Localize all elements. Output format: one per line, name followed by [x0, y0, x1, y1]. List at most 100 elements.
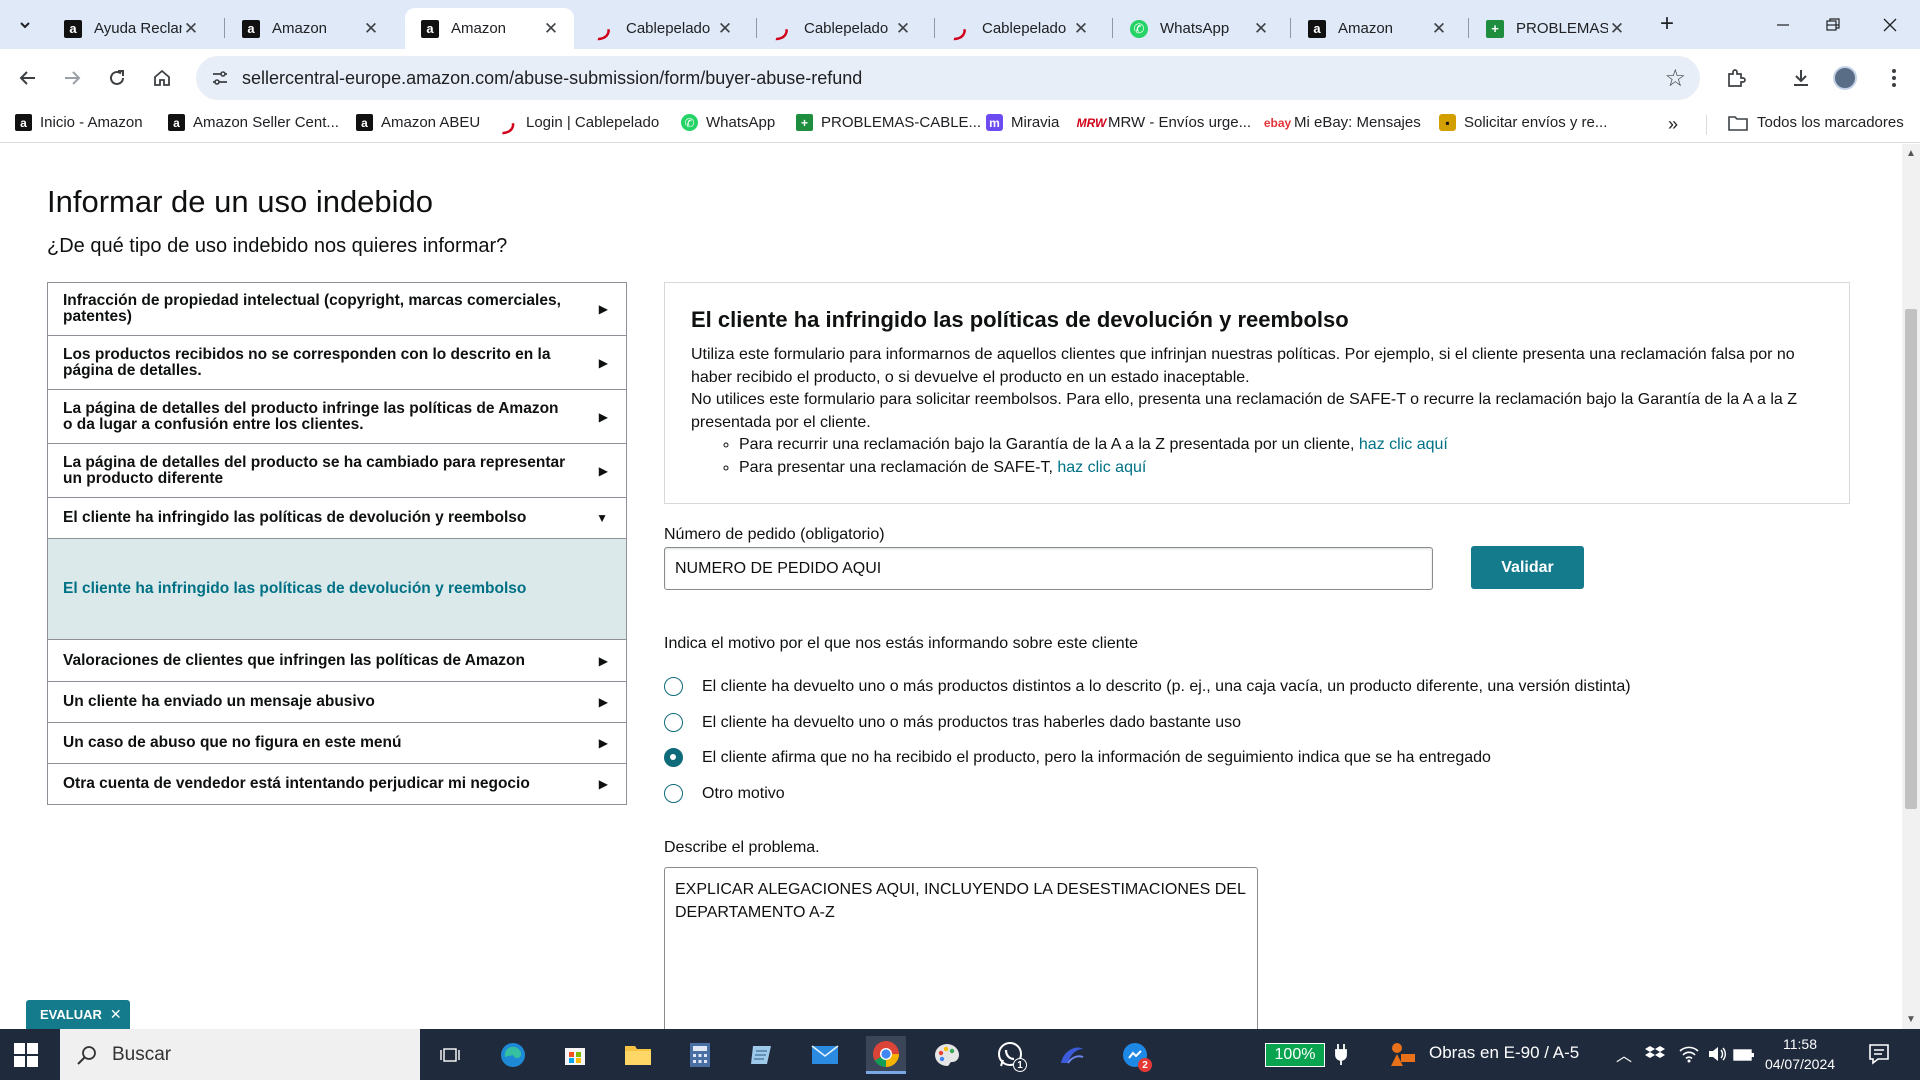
bookmarks-overflow-button[interactable]: » [1668, 114, 1678, 135]
wifi-icon[interactable] [1679, 1045, 1699, 1068]
menu-item-return-refund-abuse[interactable]: El cliente ha infringido las políticas d… [48, 498, 626, 539]
chrome-app[interactable] [866, 1036, 906, 1074]
menu-item-seller-sabotage[interactable]: Otra cuenta de vendedor está intentando … [48, 764, 626, 804]
tab-title: Amazon [272, 20, 328, 37]
whatsapp-app[interactable]: 1 [991, 1036, 1029, 1074]
taskbar-search[interactable]: Buscar [60, 1029, 420, 1080]
radio-button-checked[interactable] [664, 748, 683, 767]
file-explorer-app[interactable] [619, 1036, 657, 1074]
menu-item-review-violation[interactable]: Valoraciones de clientes que infringen l… [48, 640, 626, 682]
battery-indicator[interactable]: 100% [1265, 1043, 1325, 1067]
bookmark-item[interactable]: ebay Mi eBay: Mensajes [1264, 114, 1421, 131]
scrollbar-thumb[interactable] [1905, 309, 1917, 809]
browser-tab-active[interactable]: a Amazon ✕ [405, 8, 574, 49]
close-icon[interactable]: ✕ [716, 19, 734, 39]
browser-tab[interactable]: ر Cablepelado ✕ [580, 8, 748, 49]
close-icon[interactable]: ✕ [894, 19, 912, 39]
close-icon[interactable]: ✕ [1072, 19, 1090, 39]
notes-app[interactable] [743, 1036, 781, 1074]
menu-item-products-not-as-described[interactable]: Los productos recibidos no se correspond… [48, 336, 626, 390]
problem-textarea[interactable]: EXPLICAR ALEGACIONES AQUI, INCLUYENDO LA… [664, 867, 1258, 1029]
bookmark-item[interactable]: m Miravia [986, 114, 1059, 131]
windows-start-button[interactable] [14, 1043, 38, 1067]
new-tab-button[interactable]: + [1652, 10, 1682, 40]
menu-item-other-abuse[interactable]: Un caso de abuso que no figura en este m… [48, 723, 626, 764]
reload-button[interactable] [100, 61, 134, 95]
reason-option[interactable]: El cliente ha devuelto uno o más product… [664, 677, 1631, 696]
scroll-up-icon[interactable]: ▲ [1906, 148, 1916, 159]
reason-option-label: El cliente ha devuelto uno o más product… [702, 677, 1631, 695]
app-launcher[interactable] [1053, 1036, 1091, 1074]
star-icon[interactable]: ☆ [1664, 64, 1686, 93]
bookmark-item[interactable]: MRW MRW - Envíos urge... [1077, 114, 1251, 131]
close-window-button[interactable] [1860, 0, 1920, 49]
system-clock[interactable]: 11:58 04/07/2024 [1755, 1034, 1845, 1074]
menu-item-detail-page-changed[interactable]: La página de detalles del producto se ha… [48, 444, 626, 498]
notifications-icon[interactable] [1868, 1043, 1890, 1070]
browser-tab[interactable]: a Amazon ✕ [226, 8, 394, 49]
bookmark-item[interactable]: ✆ WhatsApp [681, 114, 775, 131]
mail-app[interactable] [806, 1036, 844, 1074]
url-text[interactable]: sellercentral-europe.amazon.com/abuse-su… [242, 68, 862, 89]
browser-tab[interactable]: a Amazon ✕ [1292, 8, 1462, 49]
reason-option[interactable]: El cliente ha devuelto uno o más product… [664, 713, 1241, 732]
news-widget[interactable]: Obras en E-90 / A-5 [1429, 1043, 1579, 1063]
back-button[interactable] [11, 61, 45, 95]
chevron-up-icon[interactable]: ︿ [1616, 1042, 1632, 1066]
close-icon[interactable]: ✕ [1430, 19, 1448, 39]
menu-item-intellectual-property[interactable]: Infracción de propiedad intelectual (cop… [48, 283, 626, 336]
browser-tab[interactable]: ر Cablepelado ✕ [936, 8, 1104, 49]
close-icon[interactable]: ✕ [182, 19, 200, 39]
close-icon[interactable]: ✕ [110, 1006, 122, 1023]
validate-button[interactable]: Validar [1471, 546, 1584, 589]
edge-app[interactable] [494, 1036, 532, 1074]
browser-tab[interactable]: ✆ WhatsApp ✕ [1114, 8, 1284, 49]
safet-claim-link[interactable]: haz clic aquí [1057, 459, 1146, 476]
task-view-button[interactable] [431, 1036, 469, 1074]
close-icon[interactable]: ✕ [1252, 19, 1270, 39]
bookmark-item[interactable]: ر Login | Cablepelado [501, 112, 660, 134]
calculator-app[interactable] [681, 1036, 719, 1074]
close-icon[interactable]: ✕ [362, 19, 380, 39]
browser-tab[interactable]: a Ayuda Reclam ✕ [48, 8, 214, 49]
battery-icon[interactable] [1733, 1048, 1755, 1066]
bookmark-item[interactable]: ▪ Solicitar envíos y re... [1439, 114, 1607, 131]
profile-avatar[interactable] [1833, 66, 1857, 90]
evaluar-tab[interactable]: EVALUAR ✕ [26, 1000, 130, 1029]
home-button[interactable] [145, 61, 179, 95]
radio-button[interactable] [664, 713, 683, 732]
menu-item-detail-page-violation[interactable]: La página de detalles del producto infri… [48, 390, 626, 444]
forward-button[interactable] [55, 61, 89, 95]
close-icon[interactable]: ✕ [542, 19, 560, 39]
tab-search-button[interactable] [10, 10, 40, 40]
dropbox-icon[interactable] [1645, 1045, 1665, 1068]
browser-tab[interactable]: + PROBLEMAS ✕ [1470, 8, 1640, 49]
volume-icon[interactable] [1707, 1045, 1727, 1068]
paint-app[interactable] [928, 1036, 966, 1074]
radio-button[interactable] [664, 784, 683, 803]
az-claim-link[interactable]: haz clic aquí [1359, 436, 1448, 453]
menu-button[interactable] [1877, 61, 1911, 95]
scroll-down-icon[interactable]: ▼ [1906, 1014, 1916, 1025]
bookmark-item[interactable]: a Amazon Seller Cent... [168, 114, 339, 131]
bookmark-item[interactable]: a Inicio - Amazon [15, 114, 143, 131]
restore-button[interactable] [1803, 0, 1863, 49]
bookmark-item[interactable]: + PROBLEMAS-CABLE... [796, 114, 981, 131]
radio-button[interactable] [664, 677, 683, 696]
menu-item-abusive-message[interactable]: Un cliente ha enviado un mensaje abusivo… [48, 682, 626, 723]
address-bar[interactable]: sellercentral-europe.amazon.com/abuse-su… [196, 56, 1700, 100]
all-bookmarks-button[interactable]: Todos los marcadores [1727, 114, 1904, 131]
store-app[interactable] [556, 1036, 594, 1074]
close-icon[interactable]: ✕ [1608, 19, 1626, 39]
bookmark-item[interactable]: a Amazon ABEU [356, 114, 480, 131]
messenger-app[interactable]: 2 [1116, 1036, 1154, 1074]
reason-option[interactable]: Otro motivo [664, 784, 785, 803]
submenu-item-return-refund-abuse[interactable]: El cliente ha infringido las políticas d… [48, 539, 626, 640]
browser-tab[interactable]: ر Cablepelado ✕ [758, 8, 926, 49]
reason-option-selected[interactable]: El cliente afirma que no ha recibido el … [664, 748, 1491, 767]
page-scrollbar[interactable]: ▲ ▼ [1902, 144, 1920, 1029]
order-number-input[interactable]: NUMERO DE PEDIDO AQUI [664, 547, 1433, 590]
downloads-button[interactable] [1784, 61, 1818, 95]
extensions-button[interactable] [1719, 61, 1753, 95]
site-info-icon[interactable] [208, 66, 232, 90]
